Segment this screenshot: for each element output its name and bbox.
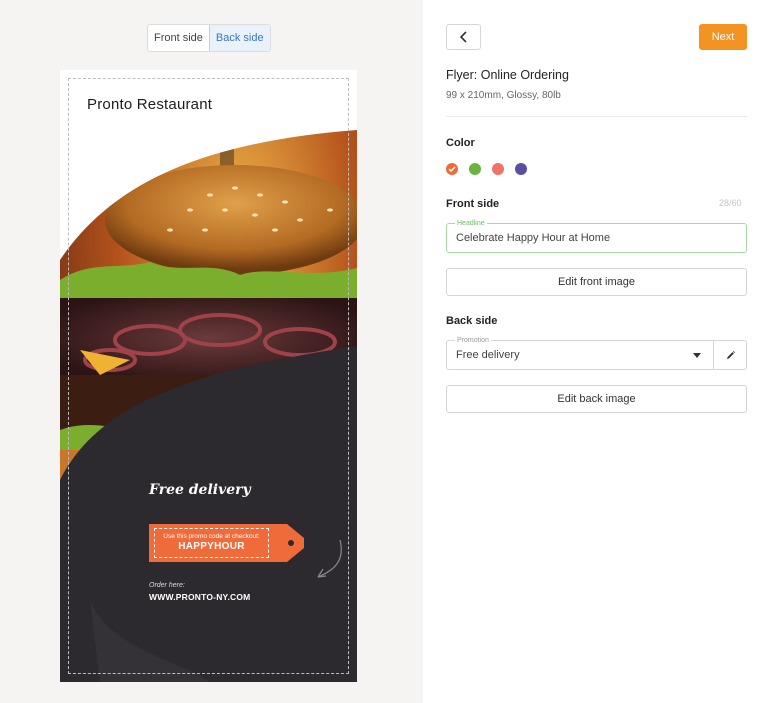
order-url: WWW.PRONTO-NY.COM bbox=[149, 592, 251, 602]
product-spec: 99 x 210mm, Glossy, 80lb bbox=[446, 90, 561, 101]
back-button[interactable] bbox=[446, 24, 481, 50]
color-swatches bbox=[446, 163, 527, 175]
back-side-tab[interactable]: Back side bbox=[208, 25, 270, 51]
chevron-left-icon bbox=[459, 31, 467, 43]
headline-legend: Headline bbox=[455, 219, 487, 228]
front-side-label: Front side bbox=[446, 198, 500, 210]
color-swatch-orange[interactable] bbox=[446, 163, 458, 175]
flyer-artwork bbox=[60, 130, 357, 682]
chevron-down-icon bbox=[693, 353, 701, 358]
promotion-select-group: Promotion Free delivery bbox=[446, 336, 747, 370]
tag-instruction: Use this promo code at checkout: bbox=[163, 533, 260, 540]
color-label: Color bbox=[446, 137, 475, 149]
divider bbox=[446, 116, 747, 117]
flyer-preview: Pronto Restaurant Free delivery Use this… bbox=[60, 70, 357, 682]
next-button[interactable]: Next bbox=[699, 24, 747, 50]
edit-promotion-button[interactable] bbox=[713, 340, 747, 370]
check-icon bbox=[448, 166, 456, 173]
pencil-icon bbox=[726, 350, 735, 359]
color-swatch-purple[interactable] bbox=[515, 163, 527, 175]
promotion-value: Free delivery bbox=[456, 349, 520, 361]
tag-inner-frame: Use this promo code at checkout: HAPPYHO… bbox=[154, 528, 269, 558]
side-toggle: Front side Back side bbox=[147, 24, 271, 52]
edit-back-image-button[interactable]: Edit back image bbox=[446, 385, 747, 413]
color-swatch-green[interactable] bbox=[469, 163, 481, 175]
color-swatch-salmon[interactable] bbox=[492, 163, 504, 175]
promo-code: HAPPYHOUR bbox=[178, 541, 245, 552]
character-counter: 28/60 bbox=[719, 198, 742, 208]
product-title: Flyer: Online Ordering bbox=[446, 68, 569, 82]
headline-value: Celebrate Happy Hour at Home bbox=[456, 232, 611, 244]
front-side-tab[interactable]: Front side bbox=[148, 25, 209, 51]
back-side-label: Back side bbox=[446, 315, 498, 327]
promotion-legend: Promotion bbox=[455, 336, 491, 345]
preview-pane: Front side Back side Pronto Restaurant F… bbox=[0, 0, 423, 703]
order-label: Order here: bbox=[149, 582, 185, 589]
editor-panel: Next Flyer: Online Ordering 99 x 210mm, … bbox=[423, 0, 768, 703]
promotion-select[interactable]: Promotion Free delivery bbox=[446, 336, 714, 370]
restaurant-name: Pronto Restaurant bbox=[87, 96, 213, 113]
headline-field[interactable]: Headline Celebrate Happy Hour at Home bbox=[446, 219, 747, 253]
promo-code-tag: Use this promo code at checkout: HAPPYHO… bbox=[149, 524, 304, 562]
edit-front-image-button[interactable]: Edit front image bbox=[446, 268, 747, 296]
promotion-headline: Free delivery bbox=[149, 482, 251, 498]
